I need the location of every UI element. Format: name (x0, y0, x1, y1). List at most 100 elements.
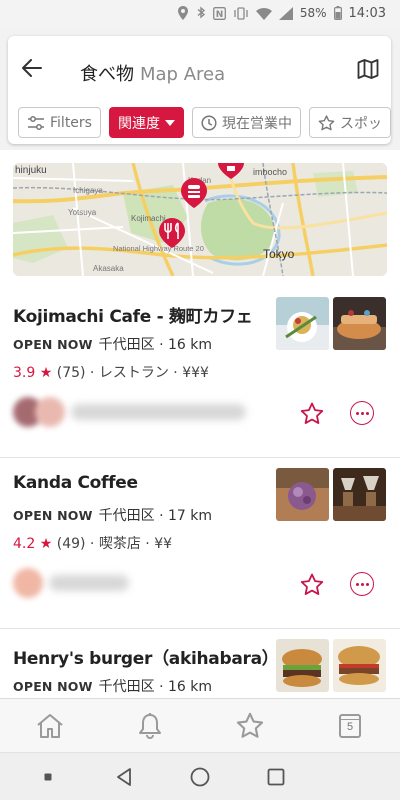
search-area: Map Area (140, 64, 226, 85)
nav-notifications-button[interactable] (130, 706, 170, 746)
place-area: 千代田区 (98, 337, 155, 353)
filter-chips: Filters 関連度 現在営業中 スポッ (18, 107, 391, 139)
back-button[interactable] (18, 54, 46, 82)
battery-percent: 58% (299, 6, 327, 20)
star-outline-icon (300, 573, 324, 595)
map-label-akasaka: Akasaka (93, 264, 124, 273)
friends-activity-blurred (13, 394, 246, 430)
caret-down-icon (164, 119, 175, 126)
sliders-icon (28, 115, 44, 130)
place-photo[interactable] (333, 468, 386, 521)
rating-value: 4.2 (13, 536, 36, 552)
place-area: 千代田区 (98, 679, 155, 695)
vibrate-icon (233, 6, 249, 20)
map-label-yotsuya: Yotsuya (68, 208, 97, 217)
search-query: 食べ物 (80, 64, 134, 85)
filters-label: Filters (50, 114, 92, 131)
nav-saved-button[interactable] (230, 706, 270, 746)
nfc-icon: N (212, 6, 226, 20)
place-name[interactable]: Kojimachi Cafe - 麹町カフェ (13, 302, 253, 327)
place-photo[interactable] (333, 297, 386, 350)
search-card: 食べ物 Map Area Filters 関連度 現在営業中 スポッ (8, 36, 391, 144)
map-view-button[interactable] (355, 56, 381, 82)
map-label-shinjuku: hinjuku (15, 165, 47, 176)
place-status-row: OPEN NOW 千代田区 · 16 km (13, 679, 212, 695)
star-filled-icon: ★ (39, 536, 53, 552)
list-item[interactable]: Kanda Coffee OPEN NOW 千代田区 · 17 km 4.2 ★ … (0, 459, 400, 629)
clock-icon (201, 114, 217, 131)
battery-icon (333, 6, 342, 20)
system-menu-button[interactable] (33, 762, 63, 792)
open-now-chip[interactable]: 現在営業中 (191, 107, 301, 138)
square-recents-icon (267, 768, 285, 785)
open-now-label: 現在営業中 (221, 115, 292, 132)
calendar-number: 5 (346, 721, 354, 733)
clock: 14:03 (348, 5, 386, 21)
nav-calendar-button[interactable]: 5 (330, 706, 370, 746)
triangle-back-icon (117, 767, 131, 786)
sort-label: 関連度 (117, 115, 160, 132)
list-item[interactable]: Kojimachi Cafe - 麹町カフェ OPEN NOW 千代田区 · 16… (0, 288, 400, 458)
star-outline-icon (300, 402, 324, 424)
arrow-left-icon (22, 59, 42, 77)
place-category: レストラン (98, 365, 169, 381)
more-options-button[interactable] (350, 572, 374, 596)
favorite-button[interactable] (299, 571, 325, 597)
location-icon (177, 6, 189, 20)
map-preview[interactable]: hinjuku Tokyo imbocho Kojimachi Yotsuya … (13, 163, 387, 276)
map-label-route: National Highway Route 20 (113, 244, 204, 253)
place-photo[interactable] (276, 639, 329, 692)
system-home-button[interactable] (185, 762, 215, 792)
star-filled-icon: ★ (39, 365, 53, 381)
system-recents-button[interactable] (261, 762, 291, 792)
search-input[interactable]: 食べ物 Map Area (80, 60, 225, 86)
app-header: 食べ物 Map Area Filters 関連度 現在営業中 スポッ (0, 26, 400, 150)
favorite-button[interactable] (299, 400, 325, 426)
place-area: 千代田区 (98, 508, 155, 524)
dot-icon (44, 773, 52, 780)
place-price: ¥¥¥ (182, 365, 209, 381)
home-icon (37, 713, 63, 738)
more-options-button[interactable] (350, 401, 374, 425)
place-rating-row: 3.9 ★ (75) · レストラン · ¥¥¥ (13, 365, 209, 381)
map-label-tokyo: Tokyo (263, 247, 295, 261)
results-list: Kojimachi Cafe - 麹町カフェ OPEN NOW 千代田区 · 16… (0, 288, 400, 698)
place-photo[interactable] (333, 639, 386, 692)
status-bar: N 58% 14:03 (0, 0, 400, 26)
place-status-row: OPEN NOW 千代田区 · 17 km (13, 508, 212, 524)
signal-icon (278, 6, 293, 20)
open-status: OPEN NOW (13, 679, 93, 694)
star-outline-icon (236, 712, 264, 738)
map-label-kojimachi: Kojimachi (131, 214, 166, 223)
place-name[interactable]: Henry's burger（akihabara） (13, 644, 279, 669)
place-distance: 16 km (167, 679, 212, 695)
system-spacer (337, 762, 367, 792)
open-status: OPEN NOW (13, 337, 93, 352)
place-price: ¥¥ (154, 536, 173, 552)
review-count: (75) (56, 365, 86, 381)
bluetooth-icon (196, 6, 206, 20)
list-item[interactable]: Henry's burger（akihabara） OPEN NOW 千代田区 ·… (0, 630, 400, 698)
system-back-button[interactable] (109, 762, 139, 792)
spot-label: スポッ (339, 115, 382, 132)
map-label-ichigaya: Ichigaya (73, 186, 103, 195)
place-distance: 17 km (167, 508, 212, 524)
calendar-icon: 5 (339, 713, 361, 738)
nav-home-button[interactable] (30, 706, 70, 746)
filters-chip[interactable]: Filters (18, 107, 101, 138)
wifi-icon (255, 7, 272, 20)
bell-icon (139, 712, 161, 739)
place-status-row: OPEN NOW 千代田区 · 16 km (13, 337, 212, 353)
sort-chip[interactable]: 関連度 (108, 107, 184, 138)
star-outline-icon (318, 114, 335, 130)
place-photo[interactable] (276, 468, 329, 521)
spot-chip[interactable]: スポッ (308, 107, 391, 138)
bottom-nav: 5 (0, 698, 400, 752)
map-graphic: hinjuku Tokyo imbocho Kojimachi Yotsuya … (13, 163, 387, 276)
place-name[interactable]: Kanda Coffee (13, 473, 138, 493)
svg-text:N: N (216, 10, 224, 20)
review-count: (49) (56, 536, 86, 552)
place-category: 喫茶店 (98, 536, 141, 552)
map-icon (357, 59, 379, 79)
place-photo[interactable] (276, 297, 329, 350)
